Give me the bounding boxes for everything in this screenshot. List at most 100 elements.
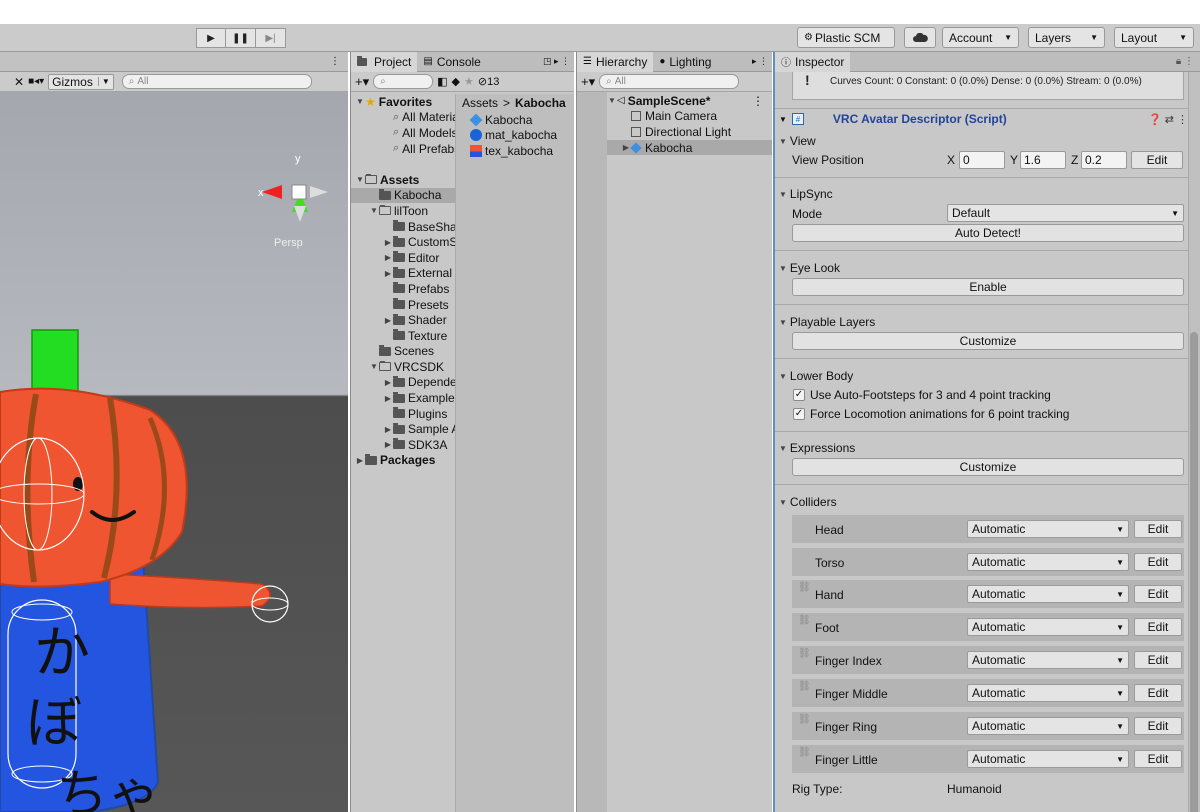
tree-item[interactable]: ▶ Sample Assets <box>351 421 455 437</box>
expressions-section-header[interactable]: ▼ Expressions <box>779 441 855 455</box>
scene-search-input[interactable]: ⌕ All <box>121 74 312 89</box>
gizmos-dropdown[interactable]: Gizmos ▼ <box>48 73 114 90</box>
component-menu-icons[interactable]: ❓ ⇄ ⋮ <box>1148 113 1188 126</box>
lipsync-mode-dropdown[interactable]: Default ▼ <box>947 204 1184 222</box>
asset-item[interactable]: Kabocha <box>456 112 574 128</box>
tree-item[interactable]: ▶ Examples <box>351 390 455 406</box>
collider-mode-dropdown[interactable]: Automatic ▼ <box>967 618 1129 636</box>
chevron-right-icon[interactable]: ▶ <box>383 394 393 403</box>
tree-item[interactable]: ⌕All Materials <box>351 110 455 126</box>
tree-item[interactable]: Presets <box>351 297 455 313</box>
playable-layers-section-header[interactable]: ▼ Playable Layers <box>779 315 875 329</box>
tree-item[interactable]: ▶ Packages <box>351 453 455 469</box>
link-icon[interactable]: ⛓ <box>798 681 811 692</box>
collider-mode-dropdown[interactable]: Automatic ▼ <box>967 585 1129 603</box>
chevron-down-icon[interactable]: ▼ <box>369 362 379 371</box>
component-header[interactable]: ▼ # VRC Avatar Descriptor (Script) ❓ ⇄ ⋮ <box>779 110 1188 128</box>
tree-item[interactable]: Plugins <box>351 406 455 422</box>
collider-mode-dropdown[interactable]: Automatic ▼ <box>967 651 1129 669</box>
pause-button[interactable]: ❚❚ <box>226 28 256 48</box>
expressions-customize-button[interactable]: Customize <box>792 458 1184 476</box>
breadcrumb-kabocha[interactable]: Kabocha <box>515 96 566 110</box>
lowerbody-section-header[interactable]: ▼ Lower Body <box>779 369 853 383</box>
inspector-scrollbar[interactable] <box>1188 72 1200 812</box>
view-position-y-field[interactable]: 1.6 <box>1020 151 1066 169</box>
tree-item[interactable]: ▶ Shader <box>351 312 455 328</box>
tab-inspector[interactable]: ⓘ Inspector <box>775 52 851 72</box>
tree-item[interactable]: Prefabs <box>351 281 455 297</box>
collider-edit-button[interactable]: Edit <box>1134 585 1182 603</box>
scene-menu-icon[interactable]: ⋮ <box>752 94 764 108</box>
chevron-down-icon[interactable]: ▼ <box>607 96 617 105</box>
auto-detect-button[interactable]: Auto Detect! <box>792 224 1184 242</box>
tree-item[interactable]: Texture <box>351 328 455 344</box>
auto-footsteps-checkbox[interactable]: ✓ <box>793 389 805 401</box>
chevron-right-icon[interactable]: ▶ <box>383 316 393 325</box>
colliders-section-header[interactable]: ▼ Colliders <box>779 495 837 509</box>
tree-item[interactable]: ▶ SDK3A <box>351 437 455 453</box>
collider-mode-dropdown[interactable]: Automatic ▼ <box>967 520 1129 538</box>
collider-mode-dropdown[interactable]: Automatic ▼ <box>967 750 1129 768</box>
layers-dropdown[interactable]: Layers ▼ <box>1028 27 1105 48</box>
collider-mode-dropdown[interactable]: Automatic ▼ <box>967 553 1129 571</box>
tab-lighting[interactable]: ● Lighting <box>653 52 717 72</box>
tree-item[interactable]: ▶ Dependencies <box>351 375 455 391</box>
view-edit-button[interactable]: Edit <box>1131 151 1183 169</box>
more-menu-icon[interactable]: ⋮ <box>330 56 340 67</box>
camera-icon[interactable]: ■◂▾ <box>28 76 44 87</box>
hierarchy-item[interactable]: Directional Light <box>607 124 772 140</box>
collider-edit-button[interactable]: Edit <box>1134 553 1182 571</box>
layout-dropdown[interactable]: Layout ▼ <box>1114 27 1194 48</box>
chevron-right-icon[interactable]: ▶ <box>383 238 393 247</box>
chevron-down-icon[interactable]: ▼ <box>355 97 365 106</box>
playable-customize-button[interactable]: Customize <box>792 332 1184 350</box>
collider-edit-button[interactable]: Edit <box>1134 684 1182 702</box>
plastic-scm-button[interactable]: ⚙ Plastic SCM <box>797 27 895 48</box>
hierarchy-item[interactable]: ▶ Kabocha <box>607 139 772 156</box>
chevron-right-icon[interactable]: ▶ <box>383 425 393 434</box>
chevron-right-icon[interactable]: ▶ <box>383 253 393 262</box>
tree-item[interactable]: ▼ VRCSDK <box>351 359 455 375</box>
tree-item[interactable]: ▼ ★ Favorites <box>351 94 455 110</box>
eyelook-section-header[interactable]: ▼ Eye Look <box>779 261 840 275</box>
project-search-input[interactable]: ⌕ <box>373 74 434 89</box>
scene-row[interactable]: ▼ ◁ SampleScene* ⋮ <box>607 93 772 109</box>
eyelook-enable-button[interactable]: Enable <box>792 278 1184 296</box>
force-locomotion-checkbox[interactable]: ✓ <box>793 408 805 420</box>
tree-item[interactable]: Scenes <box>351 344 455 360</box>
collider-edit-button[interactable]: Edit <box>1134 651 1182 669</box>
filter-type-icon[interactable]: ◧ <box>437 75 447 88</box>
tree-item[interactable]: ▶ CustomShaders <box>351 234 455 250</box>
chevron-down-icon[interactable]: ▼ <box>369 206 379 215</box>
chevron-right-icon[interactable]: ▶ <box>383 269 393 278</box>
view-position-z-field[interactable]: 0.2 <box>1081 151 1127 169</box>
tree-item[interactable]: ⌕ All Prefabs <box>351 141 455 157</box>
tree-item[interactable]: ▼ lilToon <box>351 203 455 219</box>
chevron-right-icon[interactable]: ▶ <box>383 440 393 449</box>
asset-item[interactable]: tex_kabocha <box>456 143 574 159</box>
link-icon[interactable]: ⛓ <box>798 648 811 659</box>
tree-item[interactable]: ▶ Editor <box>351 250 455 266</box>
collider-edit-button[interactable]: Edit <box>1134 618 1182 636</box>
chevron-right-icon[interactable]: ▶ <box>355 456 365 465</box>
view-section-header[interactable]: ▼ View <box>779 134 816 148</box>
add-icon[interactable]: +▾ <box>355 74 369 90</box>
filter-label-icon[interactable]: ◆ <box>452 75 460 88</box>
lock-icon[interactable]: 🔒︎ ⋮ <box>1176 56 1194 67</box>
hidden-count-icon[interactable]: ⊘13 <box>478 75 499 88</box>
collider-edit-button[interactable]: Edit <box>1134 520 1182 538</box>
tab-console[interactable]: ▤ Console <box>417 52 486 72</box>
collider-mode-dropdown[interactable]: Automatic ▼ <box>967 684 1129 702</box>
asset-item[interactable]: mat_kabocha <box>456 128 574 144</box>
hierarchy-search-input[interactable]: ⌕ All <box>599 74 740 89</box>
collider-edit-button[interactable]: Edit <box>1134 750 1182 768</box>
link-icon[interactable]: ⛓ <box>798 582 811 593</box>
tab-hierarchy[interactable]: ☰ Hierarchy <box>577 52 654 72</box>
link-icon[interactable]: ⛓ <box>798 615 811 626</box>
step-button[interactable]: ▶| <box>256 28 286 48</box>
collider-mode-dropdown[interactable]: Automatic ▼ <box>967 717 1129 735</box>
link-icon[interactable]: ⛓ <box>798 747 811 758</box>
tab-menu-icon[interactable]: ◳ ▸ ⋮ <box>543 56 570 67</box>
view-position-x-field[interactable]: 0 <box>959 151 1005 169</box>
collider-edit-button[interactable]: Edit <box>1134 717 1182 735</box>
